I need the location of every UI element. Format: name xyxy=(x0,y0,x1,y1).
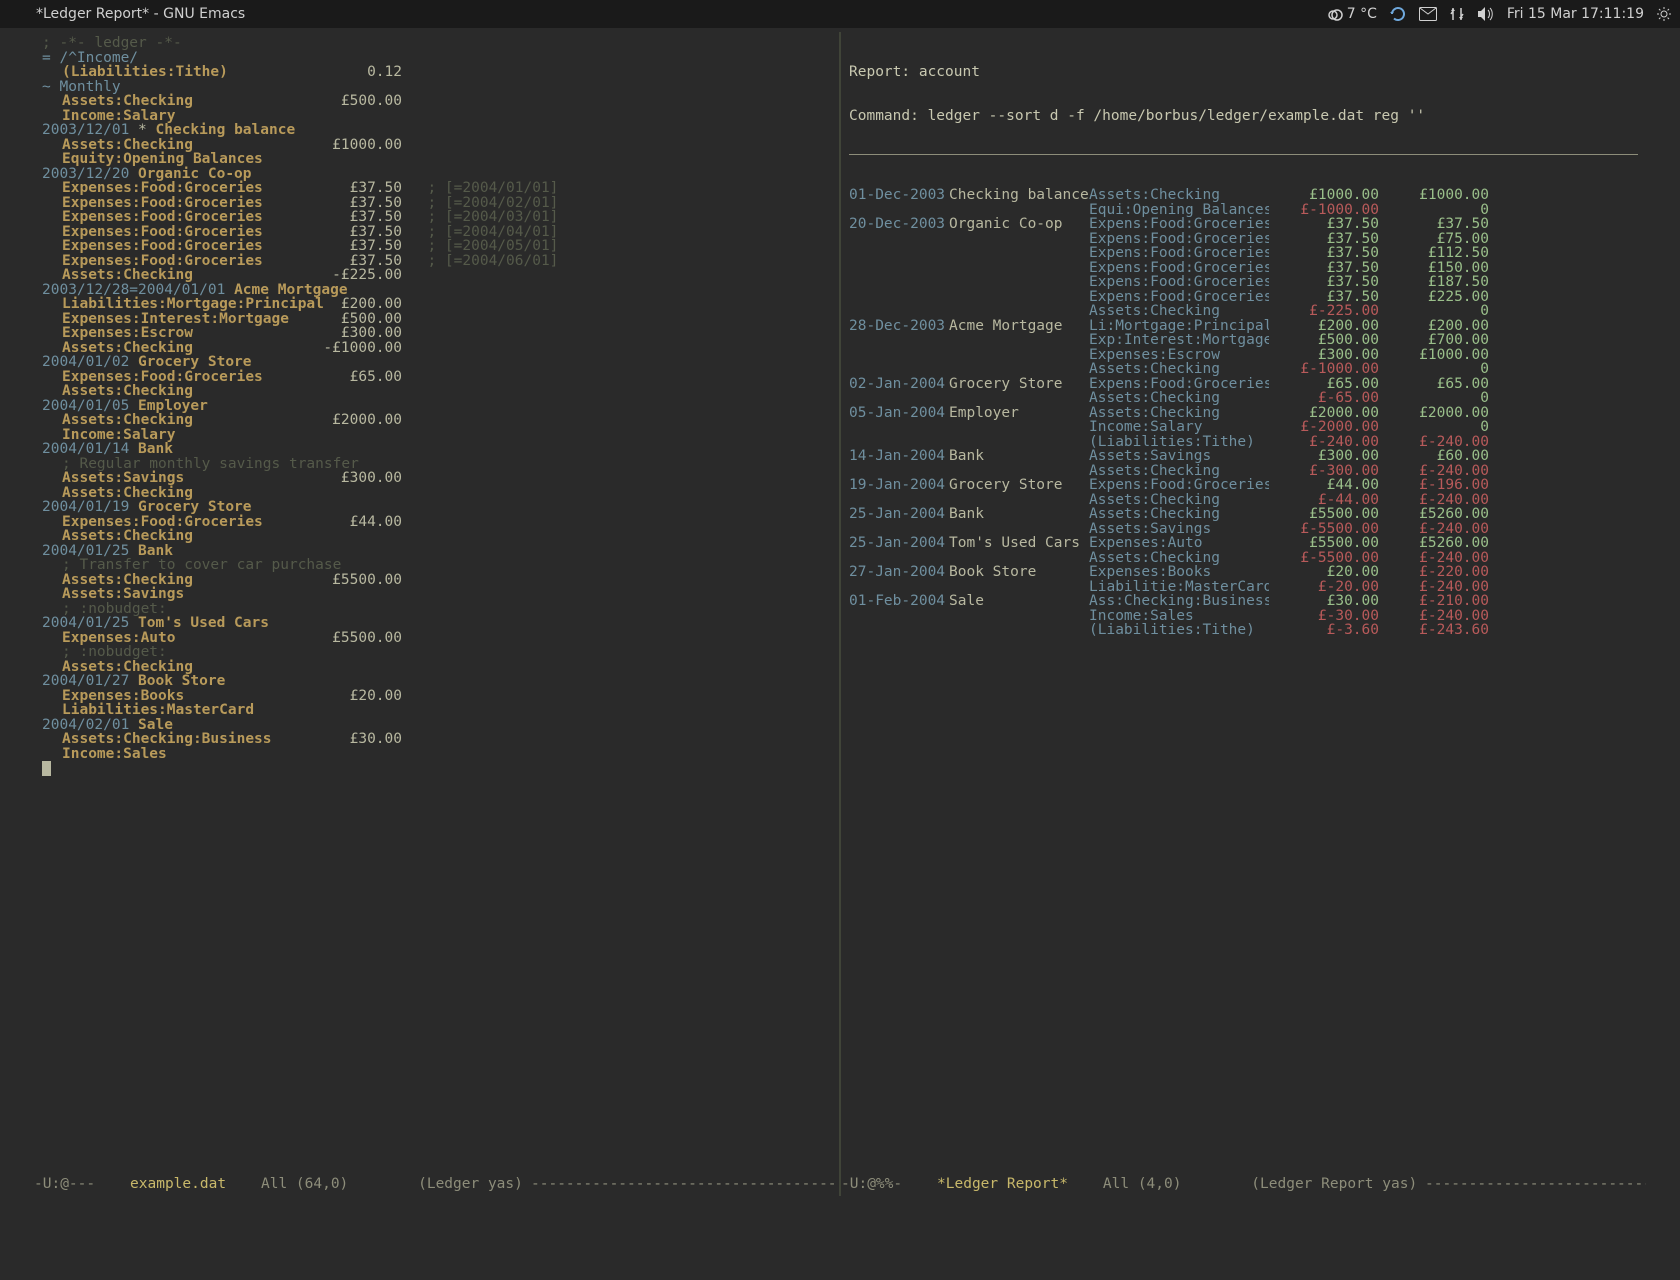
report-row: Expenses:Escrow£300.00£1000.00 xyxy=(849,348,1638,363)
clock[interactable]: Fri 15 Mar 17:11:19 xyxy=(1507,6,1644,22)
right-window[interactable]: Report: account Command: ledger --sort d… xyxy=(839,32,1646,1196)
report-row: Income:Sales£-30.00£-240.00 xyxy=(849,609,1638,624)
report-row: Expens:Food:Groceries£37.50£187.50 xyxy=(849,275,1638,290)
window-title: *Ledger Report* - GNU Emacs xyxy=(36,6,245,22)
weather-icon xyxy=(1327,6,1343,22)
report-row: 28-Dec-2003Acme MortgageLi:Mortgage:Prin… xyxy=(849,319,1638,334)
report-row: 19-Jan-2004Grocery StoreExpens:Food:Groc… xyxy=(849,478,1638,493)
report-row: Liabilitie:MasterCard£-20.00£-240.00 xyxy=(849,580,1638,595)
report-title: Report: account xyxy=(849,65,1638,80)
report-row: Expens:Food:Groceries£37.50£112.50 xyxy=(849,246,1638,261)
modeline-right: -U:@%%- *Ledger Report* All (4,0) (Ledge… xyxy=(841,1176,1646,1196)
report-row: Expens:Food:Groceries£37.50£225.00 xyxy=(849,290,1638,305)
report-row: Income:Salary£-2000.000 xyxy=(849,420,1638,435)
report-row: Equi:Opening Balances£-1000.000 xyxy=(849,203,1638,218)
report-row: Assets:Checking£-5500.00£-240.00 xyxy=(849,551,1638,566)
report-row: Expens:Food:Groceries£37.50£150.00 xyxy=(849,261,1638,276)
report-row: Assets:Checking£-65.000 xyxy=(849,391,1638,406)
gnome-panel: *Ledger Report* - GNU Emacs 7 °C Fri 15 … xyxy=(0,0,1680,28)
report-row: 01-Dec-2003Checking balanceAssets:Checki… xyxy=(849,188,1638,203)
weather-applet[interactable]: 7 °C xyxy=(1327,6,1377,22)
report-row: Expens:Food:Groceries£37.50£75.00 xyxy=(849,232,1638,247)
report-row: 20-Dec-2003Organic Co-opExpens:Food:Groc… xyxy=(849,217,1638,232)
text-cursor xyxy=(42,761,51,776)
mail-icon[interactable] xyxy=(1419,7,1437,21)
report-command: Command: ledger --sort d -f /home/borbus… xyxy=(849,109,1638,124)
report-row: 05-Jan-2004EmployerAssets:Checking£2000.… xyxy=(849,406,1638,421)
report-row: (Liabilities:Tithe)£-240.00£-240.00 xyxy=(849,435,1638,450)
network-icon[interactable] xyxy=(1449,6,1465,22)
report-row: Exp:Interest:Mortgage£500.00£700.00 xyxy=(849,333,1638,348)
report-row: 25-Jan-2004BankAssets:Checking£5500.00£5… xyxy=(849,507,1638,522)
modeline-left: -U:@--- example.dat All (64,0) (Ledger y… xyxy=(34,1176,839,1196)
report-row: 01-Feb-2004SaleAss:Checking:Business£30.… xyxy=(849,594,1638,609)
volume-icon[interactable] xyxy=(1477,6,1495,22)
emacs-frame: ; -*- ledger -*-= /^Income/(Liabilities:… xyxy=(34,32,1646,1196)
refresh-icon[interactable] xyxy=(1389,5,1407,23)
report-row: 02-Jan-2004Grocery StoreExpens:Food:Groc… xyxy=(849,377,1638,392)
settings-gear-icon[interactable] xyxy=(1656,6,1672,22)
report-row: 25-Jan-2004Tom's Used CarsExpenses:Auto£… xyxy=(849,536,1638,551)
report-row: 27-Jan-2004Book StoreExpenses:Books£20.0… xyxy=(849,565,1638,580)
report-row: Assets:Checking£-44.00£-240.00 xyxy=(849,493,1638,508)
left-window[interactable]: ; -*- ledger -*-= /^Income/(Liabilities:… xyxy=(34,32,839,1196)
report-row: Assets:Savings£-5500.00£-240.00 xyxy=(849,522,1638,537)
temperature-label: 7 °C xyxy=(1347,6,1377,22)
divider-line xyxy=(849,154,1638,155)
report-row: Assets:Checking£-300.00£-240.00 xyxy=(849,464,1638,479)
report-row: Assets:Checking£-225.000 xyxy=(849,304,1638,319)
report-row: 14-Jan-2004BankAssets:Savings£300.00£60.… xyxy=(849,449,1638,464)
report-row: (Liabilities:Tithe)£-3.60£-243.60 xyxy=(849,623,1638,638)
report-row: Assets:Checking£-1000.000 xyxy=(849,362,1638,377)
